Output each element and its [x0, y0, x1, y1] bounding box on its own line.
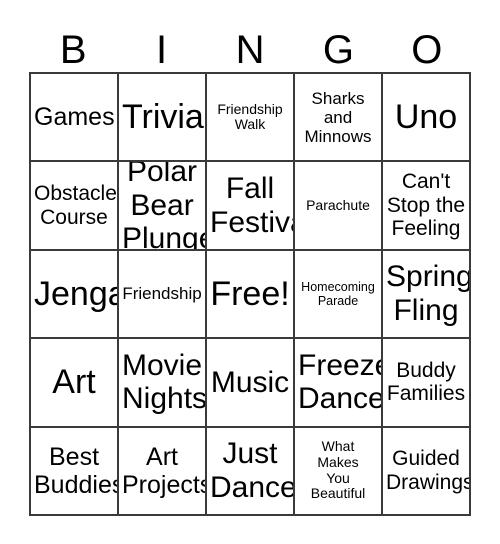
bingo-cell-label: Sharks and Minnows [304, 88, 372, 146]
bingo-header-letter-g: G [322, 28, 354, 72]
bingo-cell-r4-c4[interactable]: Freeze Dance [295, 339, 383, 428]
bingo-cell-r3-c2[interactable]: Friendship [119, 250, 207, 340]
bingo-cell-label: Parachute [306, 196, 370, 213]
bingo-cell-label: Movie Nights [122, 348, 207, 416]
bingo-cell-label: Music [210, 365, 290, 399]
bingo-cell-label: Trivia [122, 98, 204, 137]
bingo-cell-r5-c5[interactable]: Guided Drawings [383, 427, 471, 516]
bingo-cell-r1-c5[interactable]: Uno [383, 74, 471, 163]
bingo-cell-r4-c5[interactable]: Buddy Families [383, 339, 471, 428]
bingo-cell-label: What Makes You Beautiful [310, 438, 366, 502]
bingo-cell-label: Jenga [34, 274, 119, 313]
bingo-cell-r1-c4[interactable]: Sharks and Minnows [295, 74, 383, 163]
bingo-cell-r5-c2[interactable]: Art Projects [119, 427, 207, 516]
bingo-cell-r2-c4[interactable]: Parachute [295, 162, 383, 251]
bingo-cell-r3-c1[interactable]: Jenga [31, 250, 119, 340]
bingo-cell-r2-c1[interactable]: Obstacle Course [31, 162, 119, 251]
bingo-cell-label: Fall Festival [210, 172, 293, 239]
bingo-header-letter-i: I [156, 28, 168, 72]
bingo-cell-label: Can't Stop the Feeling [386, 170, 466, 241]
bingo-cell-label: Just Dance [210, 437, 295, 504]
bingo-cell-label: Guided Drawings [386, 447, 471, 494]
bingo-cell-r5-c4[interactable]: What Makes You Beautiful [295, 427, 383, 516]
bingo-cell-r4-c3[interactable]: Music [207, 339, 295, 428]
bingo-header-row: BINGO [29, 16, 471, 72]
bingo-cell-label: Freeze Dance [298, 348, 383, 416]
bingo-cell-label: Games [34, 103, 115, 132]
bingo-cell-r3-c3[interactable]: Free! [207, 250, 295, 340]
bingo-cell-r4-c2[interactable]: Movie Nights [119, 339, 207, 428]
bingo-header-letter-n: N [235, 28, 265, 72]
bingo-cell-label: Buddy Families [386, 358, 466, 406]
bingo-cell-r2-c3[interactable]: Fall Festival [207, 162, 295, 251]
bingo-header-letter-o: O [411, 28, 443, 72]
bingo-header-letter-b: B [59, 28, 87, 72]
bingo-cell-label: Free! [210, 274, 290, 313]
bingo-cell-label: Art [52, 363, 96, 402]
bingo-grid: Games Trivia Friendship Walk Sharks and Min… [29, 72, 471, 516]
bingo-cell-r5-c1[interactable]: Best Buddies [31, 427, 119, 516]
bingo-cell-label: Obstacle Course [34, 182, 117, 229]
bingo-cell-r2-c5[interactable]: Can't Stop the Feeling [383, 162, 471, 251]
bingo-cell-label: Uno [394, 98, 458, 137]
bingo-cell-label: Best Buddies [34, 442, 119, 499]
bingo-cell-r2-c2[interactable]: Polar Bear Plunge [119, 162, 207, 251]
bingo-cell-r5-c3[interactable]: Just Dance [207, 427, 295, 516]
bingo-cell-label: Homecoming Parade [301, 279, 375, 308]
bingo-cell-label: Friendship Walk [217, 100, 283, 133]
bingo-card: B I N G O Games Trivia Friendship Walk Sharks a… [0, 0, 500, 544]
bingo-cell-r3-c5[interactable]: Spring Fling [383, 250, 471, 340]
bingo-cell-r1-c1[interactable]: Games [31, 74, 119, 163]
bingo-cell-r4-c1[interactable]: Art [31, 339, 119, 428]
bingo-cell-label: Polar Bear Plunge [122, 162, 207, 251]
bingo-cell-r1-c2[interactable]: Trivia [119, 74, 207, 163]
bingo-cell-label: Art Projects [122, 442, 207, 499]
bingo-cell-r1-c3[interactable]: Friendship Walk [207, 74, 295, 163]
bingo-cell-label: Friendship [122, 284, 202, 304]
bingo-cell-r3-c4[interactable]: Homecoming Parade [295, 250, 383, 340]
bingo-cell-label: Spring Fling [386, 260, 471, 327]
